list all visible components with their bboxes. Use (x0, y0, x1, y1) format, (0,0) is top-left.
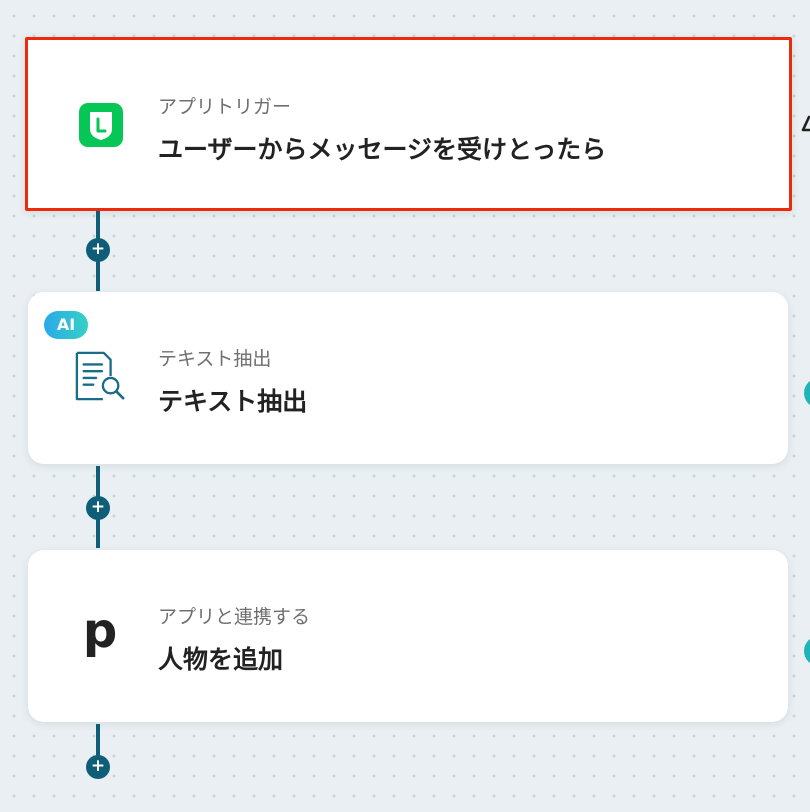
line-app-icon (75, 99, 127, 151)
flow-step-app-integration[interactable]: p アプリと連携する 人物を追加 (28, 550, 788, 722)
step-subtitle: テキスト抽出 (158, 348, 272, 370)
branch-handle-dot[interactable] (804, 636, 810, 666)
edge-handle-icon (801, 115, 810, 132)
pipedrive-p-icon: p (74, 603, 126, 660)
step-title: ユーザーからメッセージを受けとったら (158, 135, 607, 164)
add-step-button[interactable]: + (86, 238, 110, 262)
add-step-button[interactable]: + (86, 755, 110, 779)
ai-badge: AI (44, 311, 88, 339)
branch-handle-dot[interactable] (804, 378, 810, 408)
workflow-canvas: + + + アプリトリガー ユーザーからメッセージを受けとったら AI テキスト… (0, 0, 810, 812)
add-step-button[interactable]: + (86, 496, 110, 520)
flow-step-trigger[interactable]: アプリトリガー ユーザーからメッセージを受けとったら (25, 37, 792, 211)
document-search-icon (74, 350, 126, 402)
pipedrive-p-glyph: p (82, 603, 118, 659)
flow-step-text-extraction[interactable]: AI テキスト抽出 テキスト抽出 (28, 292, 788, 464)
step-title: テキスト抽出 (158, 387, 308, 416)
step-title: 人物を追加 (158, 645, 284, 674)
step-subtitle: アプリと連携する (158, 606, 311, 628)
step-subtitle: アプリトリガー (158, 96, 292, 118)
